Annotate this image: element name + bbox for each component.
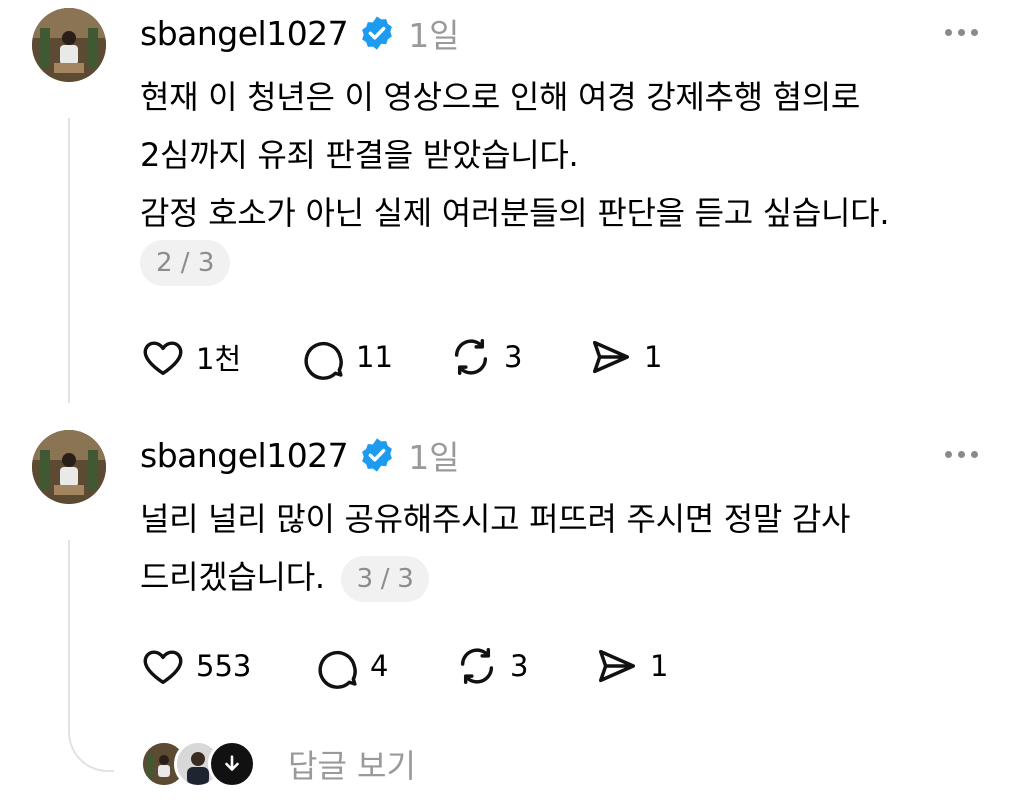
thread-line: [68, 118, 70, 403]
comment-count: 11: [356, 340, 393, 374]
post-text-line: 드리겠습니다.: [140, 558, 325, 596]
view-replies-row[interactable]: 답글 보기: [140, 740, 416, 788]
avatar[interactable]: [32, 430, 106, 504]
like-count: 553: [196, 649, 252, 683]
comment-bubble-icon: [318, 650, 357, 689]
repost-count: 3: [504, 340, 523, 374]
like-button[interactable]: 553: [140, 643, 314, 689]
comment-button[interactable]: 11: [300, 334, 448, 380]
post-text-line: 널리 널리 많이 공유해주시고 퍼뜨려 주시면 정말 감사: [140, 500, 851, 538]
repost-count: 3: [510, 649, 529, 683]
avatar[interactable]: [32, 8, 106, 82]
more-options-icon[interactable]: [945, 29, 978, 36]
thread-connector: [68, 540, 114, 772]
post-header: sbangel1027 1일: [140, 432, 460, 478]
like-button[interactable]: 1천: [140, 334, 300, 380]
post-text-line: 감정 호소가 아닌 실제 여러분들의 판단을 듣고 싶습니다.: [140, 194, 890, 232]
action-bar: 1천 11 3 1: [140, 334, 688, 380]
thread-page-indicator: 3 / 3: [340, 556, 430, 602]
post-text-line-with-pill: 드리겠습니다. 3 / 3: [140, 548, 850, 606]
heart-icon: [143, 341, 183, 376]
thread-page-indicator: 2 / 3: [140, 240, 231, 286]
arrow-down-icon: [208, 740, 256, 788]
repost-icon: [454, 338, 488, 376]
send-icon: [592, 340, 630, 374]
post-time[interactable]: 1일: [408, 431, 459, 479]
post-text-line: 2심까지 유죄 판결을 받았습니다.: [140, 136, 579, 174]
share-button[interactable]: 1: [588, 334, 688, 380]
post-text: 현재 이 청년은 이 영상으로 인해 여경 강제추행 혐의로 2심까지 유죄 판…: [140, 68, 890, 242]
like-count: 1천: [196, 342, 242, 376]
send-icon: [598, 649, 636, 683]
heart-icon: [143, 650, 183, 685]
post-text-line: 현재 이 청년은 이 영상으로 인해 여경 강제추행 혐의로: [140, 78, 861, 116]
username[interactable]: sbangel1027: [140, 14, 349, 53]
repost-button[interactable]: 3: [448, 334, 588, 380]
share-count: 1: [650, 649, 669, 683]
action-bar: 553 4 3 1: [140, 643, 694, 689]
share-button[interactable]: 1: [594, 643, 694, 689]
comment-bubble-icon: [304, 341, 343, 380]
repost-button[interactable]: 3: [454, 643, 594, 689]
repost-icon: [460, 647, 494, 685]
comment-count: 4: [370, 649, 389, 683]
username[interactable]: sbangel1027: [140, 436, 349, 475]
view-replies-label[interactable]: 답글 보기: [288, 741, 416, 787]
post-text: 널리 널리 많이 공유해주시고 퍼뜨려 주시면 정말 감사 드리겠습니다. 3 …: [140, 490, 850, 606]
share-count: 1: [644, 340, 663, 374]
post-time[interactable]: 1일: [408, 9, 459, 57]
comment-button[interactable]: 4: [314, 643, 454, 689]
verified-badge-icon: [362, 16, 393, 50]
more-options-icon[interactable]: [945, 451, 978, 458]
post-header: sbangel1027 1일: [140, 10, 460, 56]
verified-badge-icon: [362, 438, 393, 472]
